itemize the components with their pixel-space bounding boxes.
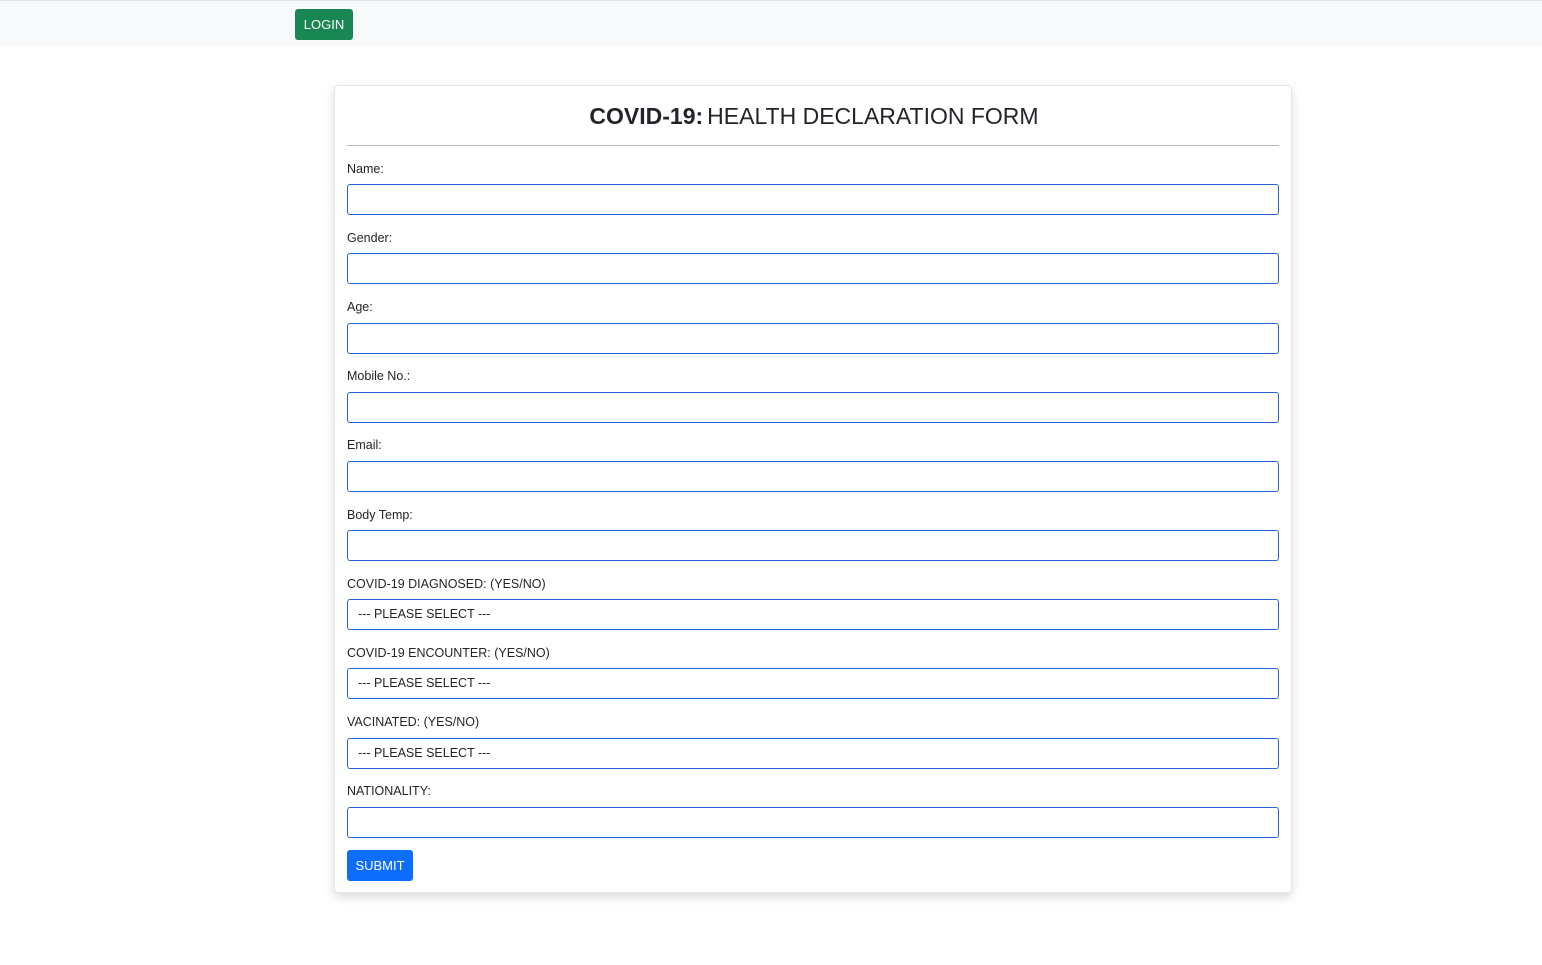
login-button[interactable]: LOGIN bbox=[295, 9, 353, 40]
mobile-input[interactable] bbox=[347, 392, 1279, 423]
health-declaration-card: COVID-19: HEALTH DECLARATION FORM Name: G… bbox=[334, 85, 1292, 893]
gender-input[interactable] bbox=[347, 253, 1279, 284]
vaccinated-label: VACINATED: (YES/NO) bbox=[347, 715, 480, 729]
age-input[interactable] bbox=[347, 323, 1279, 354]
diagnosed-select[interactable]: --- PLEASE SELECT --- bbox=[347, 599, 1279, 630]
age-label: Age: bbox=[347, 300, 373, 314]
form-title: COVID-19: HEALTH DECLARATION FORM bbox=[335, 102, 1293, 130]
encounter-select[interactable]: --- PLEASE SELECT --- bbox=[347, 668, 1279, 699]
name-label: Name: bbox=[347, 162, 384, 176]
mobile-label: Mobile No.: bbox=[347, 369, 411, 383]
diagnosed-label: COVID-19 DIAGNOSED: (YES/NO) bbox=[347, 577, 546, 591]
body-temp-label: Body Temp: bbox=[347, 508, 413, 522]
form-title-prefix: COVID-19: bbox=[589, 103, 704, 129]
nationality-input[interactable] bbox=[347, 807, 1279, 838]
submit-button[interactable]: SUBMIT bbox=[347, 850, 413, 881]
encounter-label: COVID-19 ENCOUNTER: (YES/NO) bbox=[347, 646, 550, 660]
title-divider bbox=[347, 145, 1279, 146]
diagnosed-select-value: --- PLEASE SELECT --- bbox=[358, 607, 491, 621]
email-input[interactable] bbox=[347, 461, 1279, 492]
gender-label: Gender: bbox=[347, 231, 393, 245]
vaccinated-select[interactable]: --- PLEASE SELECT --- bbox=[347, 738, 1279, 769]
body-temp-input[interactable] bbox=[347, 530, 1279, 561]
email-label: Email: bbox=[347, 438, 382, 452]
name-input[interactable] bbox=[347, 184, 1279, 215]
vaccinated-select-value: --- PLEASE SELECT --- bbox=[358, 746, 491, 760]
form-title-text: HEALTH DECLARATION FORM bbox=[707, 103, 1039, 129]
encounter-select-value: --- PLEASE SELECT --- bbox=[358, 676, 491, 690]
nationality-label: NATIONALITY: bbox=[347, 784, 431, 798]
top-navbar: LOGIN bbox=[0, 0, 1542, 46]
